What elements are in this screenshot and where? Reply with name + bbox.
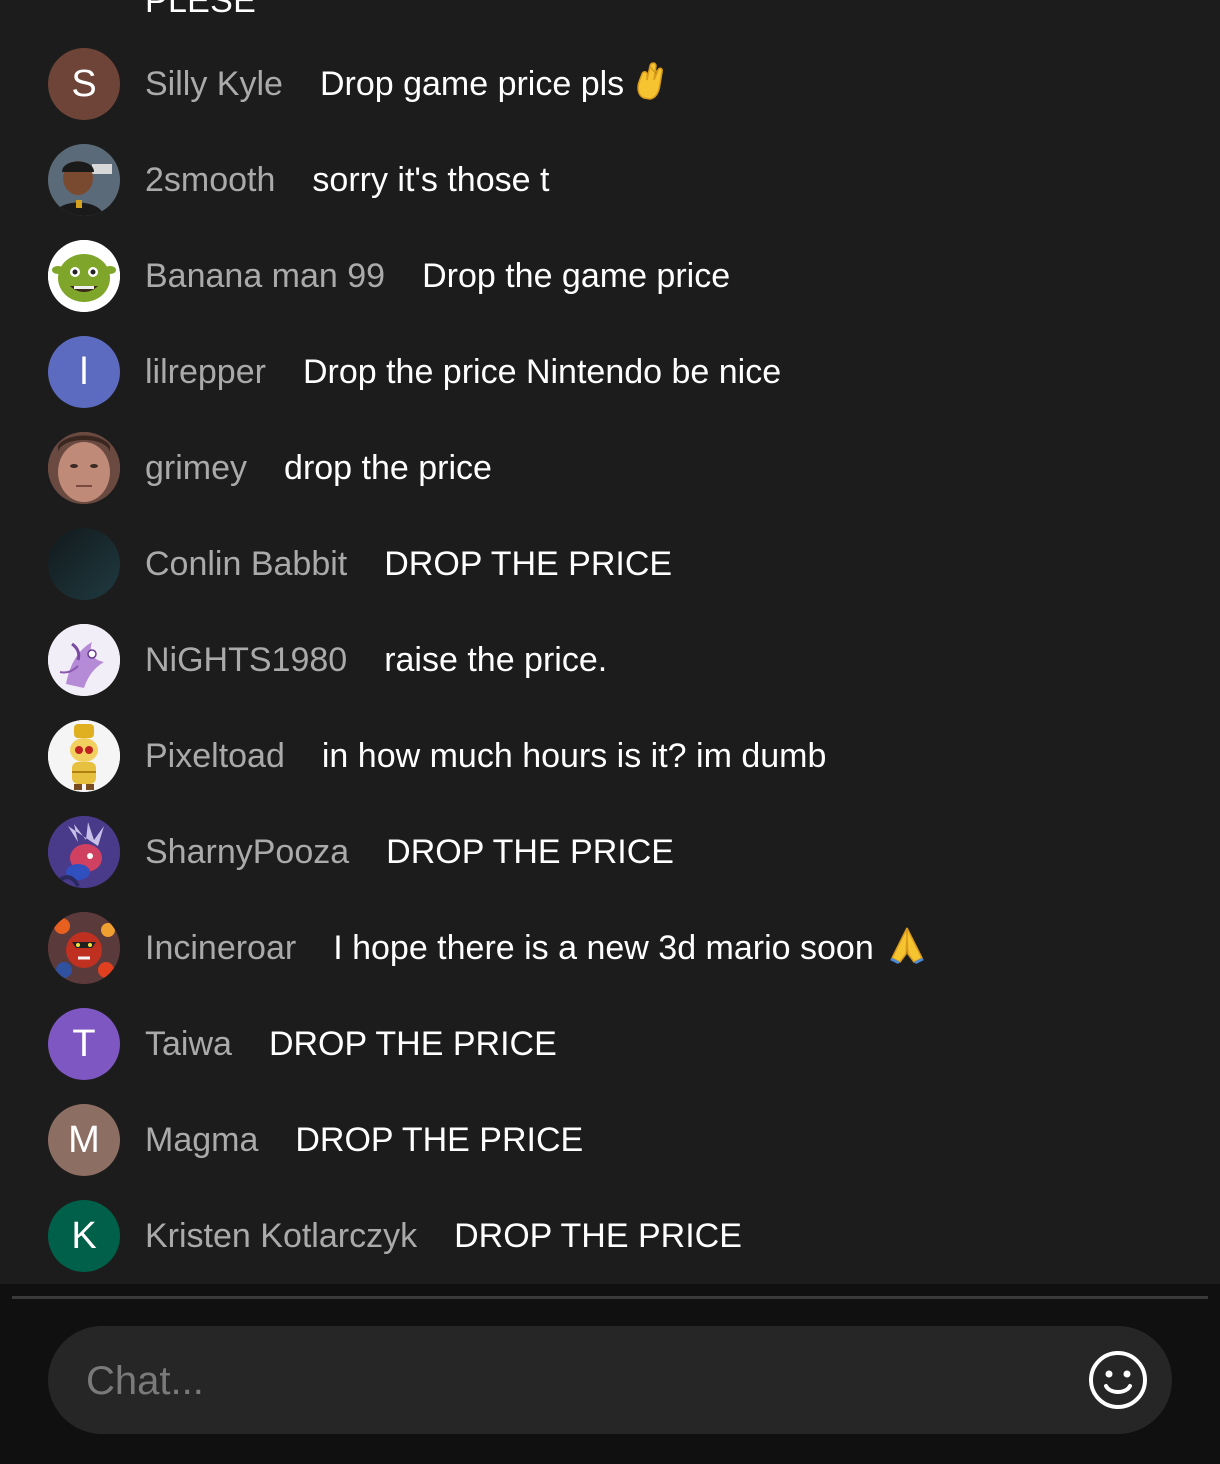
message-line: Kristen Kotlarczyk DROP THE PRICE bbox=[145, 1188, 742, 1284]
message-text: drop the price bbox=[284, 448, 492, 487]
chat-composer bbox=[0, 1284, 1220, 1464]
dark-photo-icon bbox=[48, 528, 120, 600]
avatar-letter: T bbox=[72, 1022, 96, 1065]
chat-message: Incineroar I hope there is a new 3d mari… bbox=[0, 900, 1220, 996]
message-text: DROP THE PRICE bbox=[268, 1024, 557, 1063]
author-name[interactable]: SharnyPooza bbox=[145, 833, 349, 872]
chat-message: K Kristen Kotlarczyk DROP THE PRICE bbox=[0, 1188, 1220, 1284]
message-text: I hope there is a new 3d mario soon bbox=[333, 928, 874, 967]
author-name[interactable]: grimey bbox=[145, 449, 247, 488]
chat-message: Conlin Babbit DROP THE PRICE bbox=[0, 516, 1220, 612]
chat-message: S Silly Kyle Drop game price pls bbox=[0, 36, 1220, 132]
message-text: sorry it's those t bbox=[312, 160, 550, 199]
avatar[interactable]: M bbox=[48, 1104, 120, 1176]
avatar[interactable] bbox=[48, 432, 120, 504]
message-text: DROP THE PRICE bbox=[295, 1120, 584, 1159]
avatar[interactable] bbox=[48, 816, 120, 888]
character-art-icon bbox=[48, 720, 120, 792]
chat-message: Pixeltoad in how much hours is it? im du… bbox=[0, 708, 1220, 804]
chat-input[interactable] bbox=[84, 1326, 1068, 1436]
avatar[interactable] bbox=[48, 144, 120, 216]
chat-message: T Taiwa DROP THE PRICE bbox=[0, 996, 1220, 1092]
message-text: raise the price. bbox=[384, 640, 608, 679]
chat-message: NiGHTS1980 raise the price. bbox=[0, 612, 1220, 708]
character-art-icon bbox=[48, 624, 120, 696]
avatar-letter: S bbox=[71, 62, 97, 105]
message-line: Incineroar I hope there is a new 3d mari… bbox=[145, 900, 926, 996]
chat-input-container[interactable] bbox=[48, 1326, 1172, 1436]
chat-message: 2smooth sorry it's those t bbox=[0, 132, 1220, 228]
avatar[interactable] bbox=[48, 720, 120, 792]
message-text: DROP THE PRICE bbox=[386, 832, 674, 871]
author-name[interactable]: NiGHTS1980 bbox=[145, 641, 347, 680]
avatar[interactable] bbox=[48, 912, 120, 984]
ogre-face-icon bbox=[48, 240, 120, 312]
chat-message: l lilrepper Drop the price Nintendo be n… bbox=[0, 324, 1220, 420]
author-name[interactable]: Conlin Babbit bbox=[145, 545, 347, 584]
user-photo-icon bbox=[48, 432, 120, 504]
message-line: 2smooth sorry it's those t bbox=[145, 132, 549, 228]
message-text: Drop the game price bbox=[422, 256, 731, 295]
avatar[interactable]: T bbox=[48, 1008, 120, 1080]
author-name[interactable]: Magma bbox=[145, 1121, 258, 1160]
message-line: grimey drop the price bbox=[145, 420, 492, 516]
author-name[interactable]: Taiwa bbox=[145, 1025, 232, 1064]
message-line: Conlin Babbit DROP THE PRICE bbox=[145, 516, 672, 612]
message-text: in how much hours is it? im dumb bbox=[321, 736, 827, 775]
message-text: Drop the price Nintendo be nice bbox=[302, 352, 782, 391]
emoji-button[interactable] bbox=[1086, 1348, 1150, 1412]
message-text: DROP THE PRICE bbox=[454, 1216, 742, 1255]
chat-message: Banana man 99 Drop the game price bbox=[0, 228, 1220, 324]
avatar[interactable]: l bbox=[48, 336, 120, 408]
author-name[interactable]: Silly Kyle bbox=[145, 65, 283, 104]
author-name[interactable]: 2smooth bbox=[145, 161, 275, 200]
avatar[interactable]: S bbox=[48, 48, 120, 120]
crossed-fingers-icon bbox=[634, 60, 668, 109]
avatar[interactable] bbox=[48, 240, 120, 312]
author-name[interactable]: Pixeltoad bbox=[145, 737, 285, 776]
message-text: DROP THE PRICE bbox=[384, 544, 673, 583]
message-line: NiGHTS1980 raise the price. bbox=[145, 612, 607, 708]
message-line: Silly Kyle Drop game price pls bbox=[145, 36, 668, 132]
author-name[interactable]: Banana man 99 bbox=[145, 257, 385, 296]
folded-hands-icon bbox=[888, 924, 926, 973]
message-text: Drop game price pls bbox=[319, 64, 625, 103]
smiley-face-icon bbox=[1089, 1351, 1147, 1409]
avatar-letter: l bbox=[79, 350, 89, 393]
live-chat-panel: PLESE S Silly Kyle Drop game price pls 2… bbox=[0, 0, 1220, 1464]
chat-message-list[interactable]: PLESE S Silly Kyle Drop game price pls 2… bbox=[0, 0, 1220, 1284]
divider bbox=[12, 1296, 1208, 1299]
message-line: Magma DROP THE PRICE bbox=[145, 1092, 583, 1188]
avatar-letter: K bbox=[71, 1214, 97, 1257]
message-line: Taiwa DROP THE PRICE bbox=[145, 996, 557, 1092]
message-line: Pixeltoad in how much hours is it? im du… bbox=[145, 708, 826, 804]
message-line: Banana man 99 Drop the game price bbox=[145, 228, 730, 324]
avatar[interactable] bbox=[48, 624, 120, 696]
author-name[interactable]: Incineroar bbox=[145, 929, 296, 968]
chat-message: SharnyPooza DROP THE PRICE bbox=[0, 804, 1220, 900]
avatar-letter: M bbox=[68, 1118, 100, 1161]
message-line: lilrepper Drop the price Nintendo be nic… bbox=[145, 324, 781, 420]
message-line: SharnyPooza DROP THE PRICE bbox=[145, 804, 674, 900]
user-photo-icon bbox=[48, 144, 120, 216]
chat-message: M Magma DROP THE PRICE bbox=[0, 1092, 1220, 1188]
author-name[interactable]: Kristen Kotlarczyk bbox=[145, 1217, 417, 1256]
partial-chat-message: PLESE bbox=[145, 0, 257, 20]
avatar[interactable] bbox=[48, 528, 120, 600]
character-art-icon bbox=[48, 816, 120, 888]
avatar[interactable]: K bbox=[48, 1200, 120, 1272]
chat-message: grimey drop the price bbox=[0, 420, 1220, 516]
character-art-icon bbox=[48, 912, 120, 984]
author-name[interactable]: lilrepper bbox=[145, 353, 266, 392]
